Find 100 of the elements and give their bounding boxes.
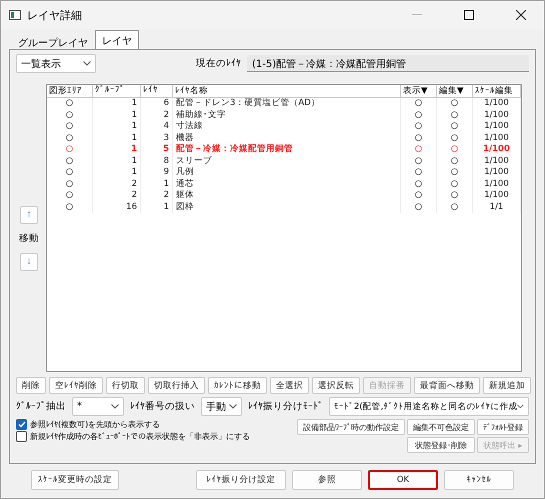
table-cell: 4 [141,121,173,132]
table-cell: ○ [47,178,93,190]
tab[interactable]: レイヤ [95,30,139,49]
chevron-down-icon [517,404,524,409]
action-button[interactable]: 切取行挿入 [148,377,205,394]
table-cell: ○ [47,167,93,178]
table-cell: ○ [401,98,437,110]
table-cell: 1 [141,202,173,213]
option-checkbox[interactable]: 参照ﾚｲﾔ(複数可)を先頭から表示する [16,419,250,430]
table-cell: ○ [437,202,473,213]
table-cell: ○ [401,110,437,121]
column-header[interactable]: 図形ｴﾘｱ [47,85,93,97]
column-header[interactable]: ｸﾞﾙｰﾌﾟ [93,85,141,97]
table-cell: 2 [141,110,173,121]
table-cell: ○ [401,202,437,213]
table-cell: ○ [437,167,473,178]
column-header[interactable]: 編集▼ [437,85,473,97]
table-cell: 5 [141,144,173,156]
table-cell: 1/100 [473,121,521,132]
action-button[interactable]: 行切取 [106,377,145,394]
table-cell: ○ [437,132,473,144]
table-cell: 1/100 [473,178,521,190]
option-button[interactable]: ﾃﾞﾌｫﾙﾄ登録 [477,419,529,435]
table-cell: ○ [47,202,93,213]
table-cell: ○ [401,132,437,144]
option-button[interactable]: 編集不可色設定 [407,419,475,435]
maximize-icon[interactable] [464,10,474,20]
checkbox[interactable] [16,431,27,442]
chevron-down-icon [83,61,91,66]
app-icon [9,10,21,20]
table-cell: 1/100 [473,190,521,202]
table-cell: ○ [437,121,473,132]
column-header[interactable]: ﾚｲﾔ名称 [173,85,401,97]
table-cell: ○ [401,144,437,156]
table-cell: 1/1 [473,202,521,213]
table-cell: 1/100 [473,144,521,156]
option-button[interactable]: 設備部品ﾜｰﾌﾟ時の動作設定 [297,419,405,435]
footer-button[interactable]: ｷｬﾝｾﾙ [444,470,514,490]
table-cell: ○ [401,190,437,202]
sort-mode-label: ﾚｲﾔ振り分けﾓｰﾄﾞ [248,400,323,413]
table-cell: 1 [93,110,141,121]
action-button[interactable]: 全選択 [270,377,309,394]
column-header[interactable]: ﾚｲﾔ [141,85,173,97]
table-cell: ○ [47,144,93,156]
table-cell: ○ [437,98,473,110]
column-header[interactable]: ｽｹｰﾙ編集 [473,85,521,97]
action-button[interactable]: 選択反転 [312,377,360,394]
table-cell: 配管－ドレン3：硬質塩ビ管（AD） [173,98,401,110]
current-layer-field: (1-5)配管－冷媒：冷媒配管用銅管 [247,55,529,72]
chevron-down-icon [111,404,120,409]
close-icon[interactable] [516,10,526,20]
table-cell: 2 [93,178,141,190]
footer-button[interactable]: 参照 [292,470,362,490]
current-layer-label: 現在のﾚｲﾔ [196,57,241,70]
table-cell: 1 [93,121,141,132]
table-cell: ○ [401,167,437,178]
table-cell: 2 [93,190,141,202]
table-cell: 1 [93,167,141,178]
group-filter-select[interactable]: * [72,397,124,416]
table-cell: 1 [93,156,141,167]
column-header[interactable]: 表示▼ [401,85,437,97]
table-cell: 1 [93,98,141,110]
footer-button[interactable]: ﾚｲﾔ振り分け設定 [196,470,286,490]
action-button[interactable]: ｶﾚﾝﾄに移動 [208,377,267,394]
table-cell: 1 [93,144,141,156]
layer-number-label: ﾚｲﾔ番号の扱い [130,400,196,413]
table-cell: 補助線･文字 [173,110,401,121]
table-cell: 1/100 [473,167,521,178]
table-cell: 1/100 [473,132,521,144]
sort-mode-select[interactable]: ﾓｰﾄﾞ2(配管,ﾀﾞｸﾄ用途名称と同名のﾚｲﾔに作成 [329,397,529,416]
table-cell: ○ [47,121,93,132]
table-cell: 図枠 [173,202,401,213]
table-cell: スリーブ [173,156,401,167]
table-cell: 16 [93,202,141,213]
action-button[interactable]: 削除 [16,377,46,394]
table-cell: ○ [437,190,473,202]
checkbox[interactable] [16,419,27,430]
table-cell: 寸法線 [173,121,401,132]
table-cell: 6 [141,98,173,110]
layer-number-select[interactable]: 手動 [201,397,242,416]
table-cell: ○ [401,156,437,167]
table-cell: 9 [141,167,173,178]
action-button[interactable]: 新規追加 [483,377,531,394]
move-label: 移動 [19,232,39,244]
action-button[interactable]: 空ﾚｲﾔ削除 [49,377,103,394]
table-cell: 躯体 [173,190,401,202]
table-cell: 通芯 [173,178,401,190]
table-cell: 1/100 [473,156,521,167]
table-cell: ○ [401,178,437,190]
footer-button[interactable]: OK [368,470,438,490]
footer-button[interactable]: ｽｹｰﾙ変更時の設定 [31,470,119,490]
option-button[interactable]: 状態登録･削除 [407,437,475,453]
table-cell: ○ [47,132,93,144]
move-down-button[interactable]: ↓ [20,252,38,270]
view-select[interactable]: 一覧表示 [16,54,96,73]
action-button[interactable]: 最背面へ移動 [414,377,480,394]
checkbox-label: 参照ﾚｲﾔ(複数可)を先頭から表示する [30,419,160,430]
table-cell: 1/100 [473,98,521,110]
table-cell: ○ [437,144,473,156]
table-cell: 2 [141,190,173,202]
